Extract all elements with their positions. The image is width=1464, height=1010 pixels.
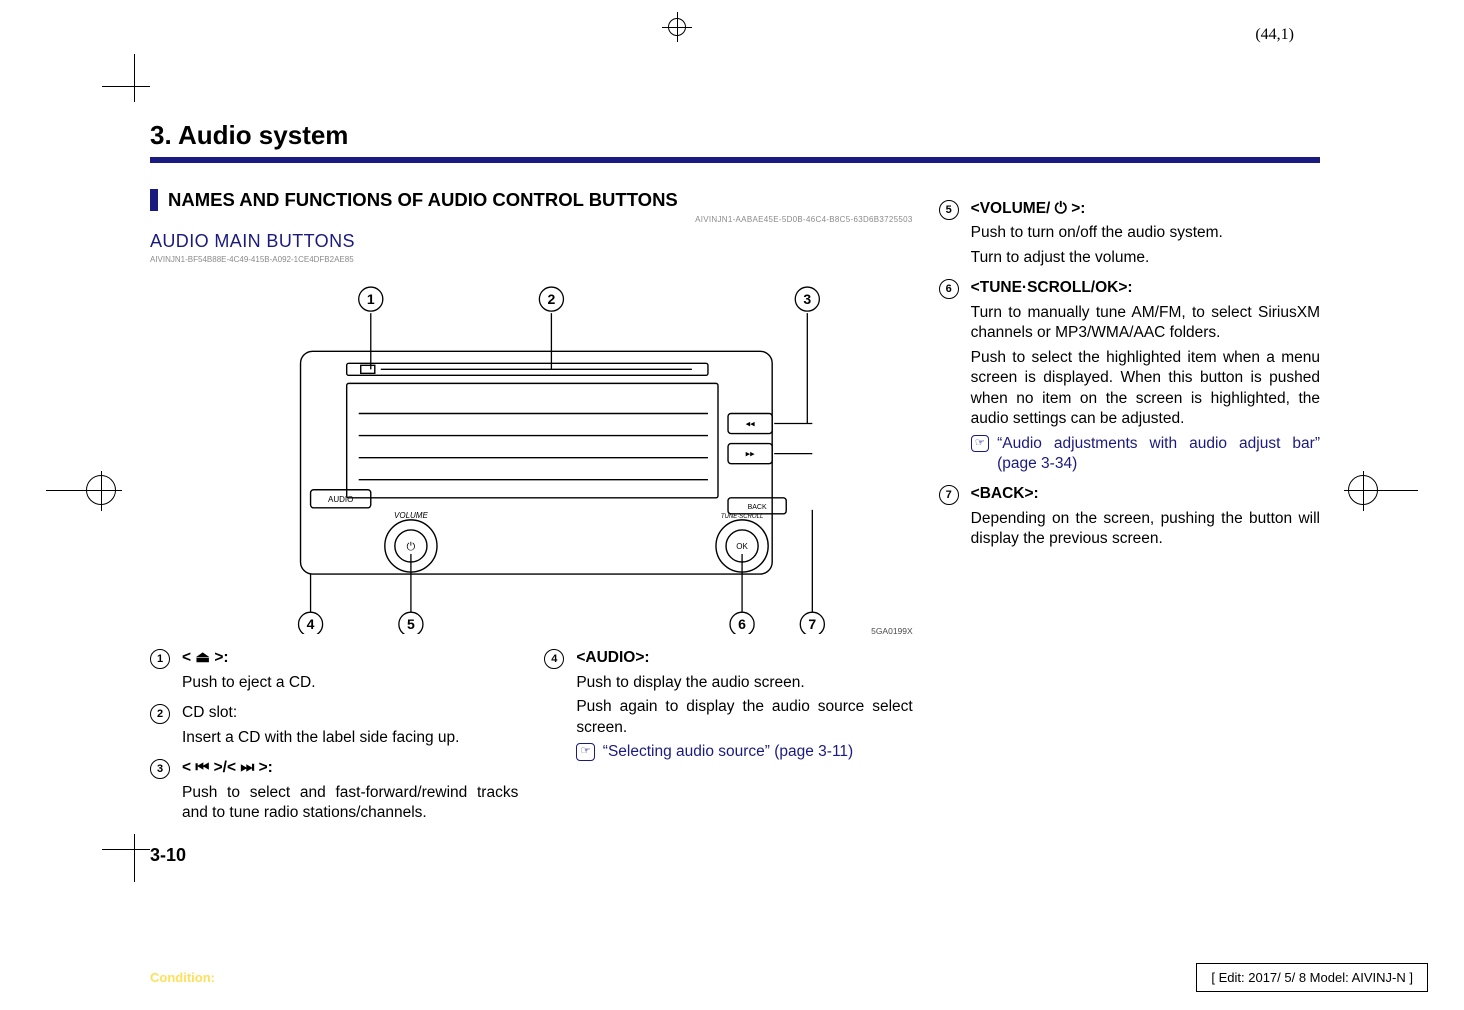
panel-label-volume: VOLUME — [394, 511, 429, 520]
sheet-page-ref: (44,1) — [1255, 26, 1294, 44]
callout-num: 5 — [407, 616, 415, 632]
item-number-icon: 5 — [939, 200, 959, 220]
page-number: 3-10 — [150, 845, 186, 866]
crop-mark — [102, 86, 150, 87]
item-label: <AUDIO>: — [576, 649, 649, 666]
item-desc: Turn to adjust the volume. — [971, 248, 1320, 268]
content-columns: NAMES AND FUNCTIONS OF AUDIO CONTROL BUT… — [150, 189, 1320, 827]
item-label-part: <VOLUME/ — [971, 200, 1055, 217]
panel-icon-prev: ◂◂ — [746, 419, 756, 429]
crop-target-left — [46, 490, 84, 491]
crop-target-right — [1380, 490, 1418, 491]
next-track-icon: ⏭ — [240, 759, 254, 776]
item-label-part: >: — [1067, 200, 1086, 217]
list-item: 1 < ⏏ >: Push to eject a CD. — [150, 648, 518, 693]
column-right: 5 <VOLUME/ ⏻ >: Push to turn on/off the … — [939, 189, 1320, 827]
items-middle: 5GA0199X 4 <AUDIO>: Push to display the … — [544, 638, 912, 827]
audio-panel-svg: 1 2 3 4 5 6 7 — [150, 273, 913, 634]
panel-icon-next: ▸▸ — [746, 449, 756, 459]
item-desc: Push to display the audio screen. — [576, 673, 912, 693]
item-label-part: < — [182, 649, 195, 666]
item-number-icon: 1 — [150, 649, 170, 669]
item-label-part: >: — [210, 649, 229, 666]
item-number-icon: 7 — [939, 485, 959, 505]
item-number-icon: 3 — [150, 759, 170, 779]
item-desc: Push to select the highlighted item when… — [971, 348, 1320, 430]
footer-condition-label: Condition: — [150, 970, 215, 985]
registration-mark — [662, 12, 692, 42]
item-number-icon: 6 — [939, 279, 959, 299]
item-desc: Turn to manually tune AM/FM, to select S… — [971, 303, 1320, 344]
crop-mark — [134, 54, 135, 102]
panel-label-audio: AUDIO — [328, 495, 353, 504]
callout-num: 3 — [803, 291, 811, 307]
item-label: <BACK>: — [971, 485, 1039, 502]
section-heading: NAMES AND FUNCTIONS OF AUDIO CONTROL BUT… — [150, 189, 913, 211]
item-number-icon: 4 — [544, 649, 564, 669]
panel-label-tune: TUNE·SCROLL — [721, 514, 763, 520]
list-item: 4 <AUDIO>: Push to display the audio scr… — [544, 648, 912, 762]
item-number-icon: 2 — [150, 704, 170, 724]
section-code: AIVINJN1-AABAE45E-5D0B-46C4-B8C5-63D6B37… — [150, 215, 913, 226]
prev-track-icon: ⏮ — [195, 759, 209, 776]
cross-reference: ☞ “Selecting audio source” (page 3-11) — [576, 742, 912, 762]
crop-mark — [102, 849, 150, 850]
item-label-part: >: — [254, 759, 273, 776]
column-left: NAMES AND FUNCTIONS OF AUDIO CONTROL BUT… — [150, 189, 913, 827]
list-item: 7 <BACK>: Depending on the screen, pushi… — [939, 484, 1320, 549]
list-item: 3 < ⏮ >/< ⏭ >: Push to select and fast-f… — [150, 758, 518, 823]
callout-num: 6 — [738, 616, 746, 632]
item-desc: Depending on the screen, pushing the but… — [971, 509, 1320, 550]
panel-label-ok: OK — [736, 542, 748, 551]
subsection-code: AIVINJN1-BF54B88E-4C49-415B-A092-1CE4DFB… — [150, 255, 913, 266]
callout-num: 2 — [548, 291, 556, 307]
item-desc: Insert a CD with the label side facing u… — [182, 728, 518, 748]
callout-num: 1 — [367, 291, 375, 307]
page-body: 3. Audio system NAMES AND FUNCTIONS OF A… — [150, 120, 1320, 860]
chapter-title: 3. Audio system — [150, 120, 1320, 151]
svg-text:⏻: ⏻ — [407, 541, 416, 553]
item-desc: Push to select and fast-forward/rewind t… — [182, 783, 518, 824]
section-heading-bar — [150, 189, 158, 211]
item-desc: Push again to display the audio source s… — [576, 697, 912, 738]
item-desc: Push to turn on/off the audio system. — [971, 223, 1320, 243]
power-icon: ⏻ — [1055, 200, 1067, 217]
print-footer: Condition: [ Edit: 2017/ 5/ 8 Model: AIV… — [0, 953, 1464, 1010]
item-desc: Push to eject a CD. — [182, 673, 518, 693]
list-item: 6 <TUNE·SCROLL/OK>: Turn to manually tun… — [939, 278, 1320, 474]
reference-icon: ☞ — [971, 435, 989, 452]
eject-icon: ⏏ — [195, 649, 210, 666]
item-label: CD slot: — [182, 704, 237, 721]
footer-edit-info: [ Edit: 2017/ 5/ 8 Model: AIVINJ-N ] — [1196, 963, 1428, 992]
items-left: 1 < ⏏ >: Push to eject a CD. 2 — [150, 638, 518, 827]
chapter-rule — [150, 157, 1320, 163]
reference-text: “Selecting audio source” (page 3-11) — [603, 742, 853, 762]
section-heading-text: NAMES AND FUNCTIONS OF AUDIO CONTROL BUT… — [168, 189, 678, 211]
reference-icon: ☞ — [576, 743, 594, 760]
diagram-code: 5GA0199X — [871, 626, 913, 637]
list-item: 2 CD slot: Insert a CD with the label si… — [150, 703, 518, 748]
crop-mark — [134, 834, 135, 882]
reference-text: “Audio adjustments with audio adjust bar… — [997, 434, 1320, 475]
panel-label-back: BACK — [748, 504, 767, 511]
callout-num: 4 — [307, 616, 315, 632]
item-label: <TUNE·SCROLL/OK>: — [971, 279, 1133, 296]
audio-panel-diagram: 1 2 3 4 5 6 7 — [150, 272, 913, 634]
item-label-part: < — [182, 759, 195, 776]
subsection-title: AUDIO MAIN BUTTONS — [150, 230, 913, 254]
cross-reference: ☞ “Audio adjustments with audio adjust b… — [971, 434, 1320, 475]
callout-num: 7 — [808, 616, 816, 632]
list-item: 5 <VOLUME/ ⏻ >: Push to turn on/off the … — [939, 199, 1320, 268]
item-label-part: >/< — [209, 759, 240, 776]
